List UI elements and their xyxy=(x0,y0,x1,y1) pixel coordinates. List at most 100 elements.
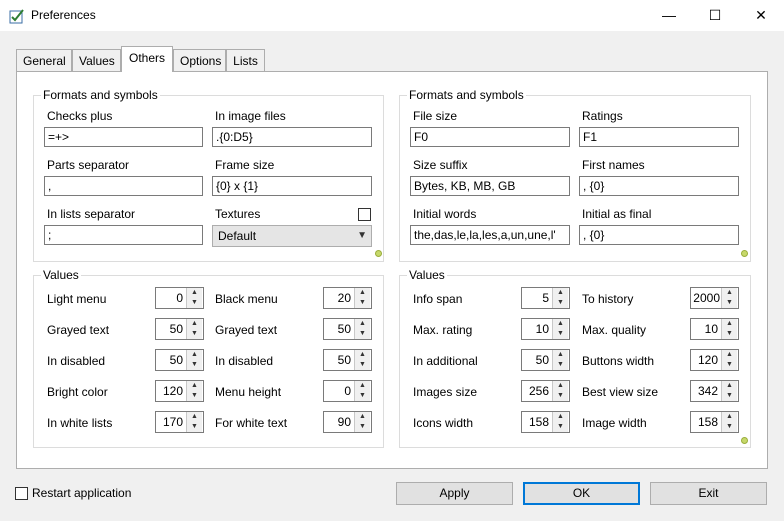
to-history-label: To history xyxy=(582,292,634,306)
ratings-input[interactable]: F1 xyxy=(579,127,739,147)
grayed-text-label: Grayed text xyxy=(215,323,278,337)
in-image-files-input[interactable]: .{0:D5} xyxy=(212,127,372,147)
spinner-buttons: ▲ ▼ xyxy=(552,412,569,432)
menu-height-label: Menu height xyxy=(215,385,282,399)
spin-down-icon[interactable]: ▼ xyxy=(187,391,202,401)
spinner-value: 120 xyxy=(162,384,183,398)
spinner-value: 0 xyxy=(176,291,183,305)
size-suffix-input[interactable]: Bytes, KB, MB, GB xyxy=(410,176,570,196)
spinner-buttons: ▲ ▼ xyxy=(186,412,203,432)
tab-lists[interactable]: Lists xyxy=(226,49,265,71)
icons-width-spinner[interactable]: 158 ▲ ▼ xyxy=(521,411,570,433)
group-title: Values xyxy=(407,268,447,282)
spinner-value: 0 xyxy=(344,384,351,398)
buttons-width-spinner[interactable]: 120 ▲ ▼ xyxy=(690,349,739,371)
spin-down-icon[interactable]: ▼ xyxy=(722,360,737,370)
resize-grip-icon[interactable] xyxy=(741,437,748,444)
spin-down-icon[interactable]: ▼ xyxy=(553,298,568,308)
max-rating-spinner[interactable]: 10 ▲ ▼ xyxy=(521,318,570,340)
group-title: Values xyxy=(41,268,81,282)
file-size-input[interactable]: F0 xyxy=(410,127,570,147)
spinner-buttons: ▲ ▼ xyxy=(354,381,371,401)
resize-grip-icon[interactable] xyxy=(741,250,748,257)
file-size-label: File size xyxy=(413,109,458,123)
spin-down-icon[interactable]: ▼ xyxy=(355,329,370,339)
chevron-down-icon: ▼ xyxy=(357,230,367,241)
tab-options[interactable]: Options xyxy=(173,49,226,71)
tab-general[interactable]: General xyxy=(16,49,72,71)
image-width-spinner[interactable]: 158 ▲ ▼ xyxy=(690,411,739,433)
in-disabled-label: In disabled xyxy=(215,354,274,368)
spinner-buttons: ▲ ▼ xyxy=(552,350,569,370)
spinner-buttons: ▲ ▼ xyxy=(186,350,203,370)
bright-color-spinner[interactable]: 120 ▲ ▼ xyxy=(155,380,204,402)
minimize-button[interactable]: — xyxy=(646,0,692,31)
to-history-spinner[interactable]: 2000 ▲ ▼ xyxy=(690,287,739,309)
image-width-label: Image width xyxy=(582,416,647,430)
spin-down-icon[interactable]: ▼ xyxy=(553,422,568,432)
close-button[interactable]: ✕ xyxy=(738,0,784,31)
in-lists-separator-input[interactable]: ; xyxy=(44,225,203,245)
for-white-text-spinner[interactable]: 90 ▲ ▼ xyxy=(323,411,372,433)
spinner-value: 20 xyxy=(337,291,351,305)
spin-down-icon[interactable]: ▼ xyxy=(187,422,202,432)
initial-as-final-input[interactable]: , {0} xyxy=(579,225,739,245)
in-disabled-spinner[interactable]: 50 ▲ ▼ xyxy=(155,349,204,371)
best-view-size-spinner[interactable]: 342 ▲ ▼ xyxy=(690,380,739,402)
in-white-lists-spinner[interactable]: 170 ▲ ▼ xyxy=(155,411,204,433)
spin-down-icon[interactable]: ▼ xyxy=(355,422,370,432)
frame-size-input[interactable]: {0} x {1} xyxy=(212,176,372,196)
spin-down-icon[interactable]: ▼ xyxy=(722,329,737,339)
textures-checkbox[interactable] xyxy=(358,208,371,221)
checks-plus-input[interactable]: =+> xyxy=(44,127,203,147)
images-size-spinner[interactable]: 256 ▲ ▼ xyxy=(521,380,570,402)
spinner-buttons: ▲ ▼ xyxy=(552,319,569,339)
images-size-label: Images size xyxy=(413,385,478,399)
initial-words-label: Initial words xyxy=(413,207,477,221)
spin-down-icon[interactable]: ▼ xyxy=(355,298,370,308)
textures-label: Textures xyxy=(215,207,261,221)
frame-size-label: Frame size xyxy=(215,158,275,172)
tab-others[interactable]: Others xyxy=(121,46,173,72)
spinner-value: 50 xyxy=(337,322,351,336)
group-title: Formats and symbols xyxy=(41,88,160,102)
spin-down-icon[interactable]: ▼ xyxy=(722,422,737,432)
in-additional-spinner[interactable]: 50 ▲ ▼ xyxy=(521,349,570,371)
info-span-spinner[interactable]: 5 ▲ ▼ xyxy=(521,287,570,309)
black-menu-spinner[interactable]: 20 ▲ ▼ xyxy=(323,287,372,309)
maximize-button[interactable]: ☐ xyxy=(692,0,738,31)
tab-values[interactable]: Values xyxy=(72,49,121,71)
spin-down-icon[interactable]: ▼ xyxy=(722,391,737,401)
grayed-text-spinner[interactable]: 50 ▲ ▼ xyxy=(155,318,204,340)
spin-down-icon[interactable]: ▼ xyxy=(355,360,370,370)
restart-application-checkbox[interactable] xyxy=(15,487,28,500)
textures-select[interactable]: Default ▼ xyxy=(212,225,372,247)
ratings-label: Ratings xyxy=(582,109,623,123)
spinner-buttons: ▲ ▼ xyxy=(354,319,371,339)
resize-grip-icon[interactable] xyxy=(375,250,382,257)
in-disabled-spinner[interactable]: 50 ▲ ▼ xyxy=(323,349,372,371)
spin-down-icon[interactable]: ▼ xyxy=(553,360,568,370)
max-quality-spinner[interactable]: 10 ▲ ▼ xyxy=(690,318,739,340)
apply-button[interactable]: Apply xyxy=(396,482,513,505)
light-menu-spinner[interactable]: 0 ▲ ▼ xyxy=(155,287,204,309)
parts-separator-input[interactable]: , xyxy=(44,176,203,196)
ok-button[interactable]: OK xyxy=(523,482,640,505)
exit-button[interactable]: Exit xyxy=(650,482,767,505)
spin-down-icon[interactable]: ▼ xyxy=(187,360,202,370)
spin-down-icon[interactable]: ▼ xyxy=(187,298,202,308)
grayed-text-spinner[interactable]: 50 ▲ ▼ xyxy=(323,318,372,340)
spin-down-icon[interactable]: ▼ xyxy=(355,391,370,401)
spinner-value: 50 xyxy=(337,353,351,367)
initial-words-input[interactable]: the,das,le,la,les,a,un,une,l' xyxy=(410,225,570,245)
spin-down-icon[interactable]: ▼ xyxy=(553,391,568,401)
first-names-input[interactable]: , {0} xyxy=(579,176,739,196)
spin-down-icon[interactable]: ▼ xyxy=(553,329,568,339)
menu-height-spinner[interactable]: 0 ▲ ▼ xyxy=(323,380,372,402)
spinner-value: 50 xyxy=(169,353,183,367)
spin-down-icon[interactable]: ▼ xyxy=(722,298,737,308)
spinner-buttons: ▲ ▼ xyxy=(721,350,738,370)
spin-down-icon[interactable]: ▼ xyxy=(187,329,202,339)
black-menu-label: Black menu xyxy=(215,292,278,306)
spinner-value: 256 xyxy=(528,384,549,398)
